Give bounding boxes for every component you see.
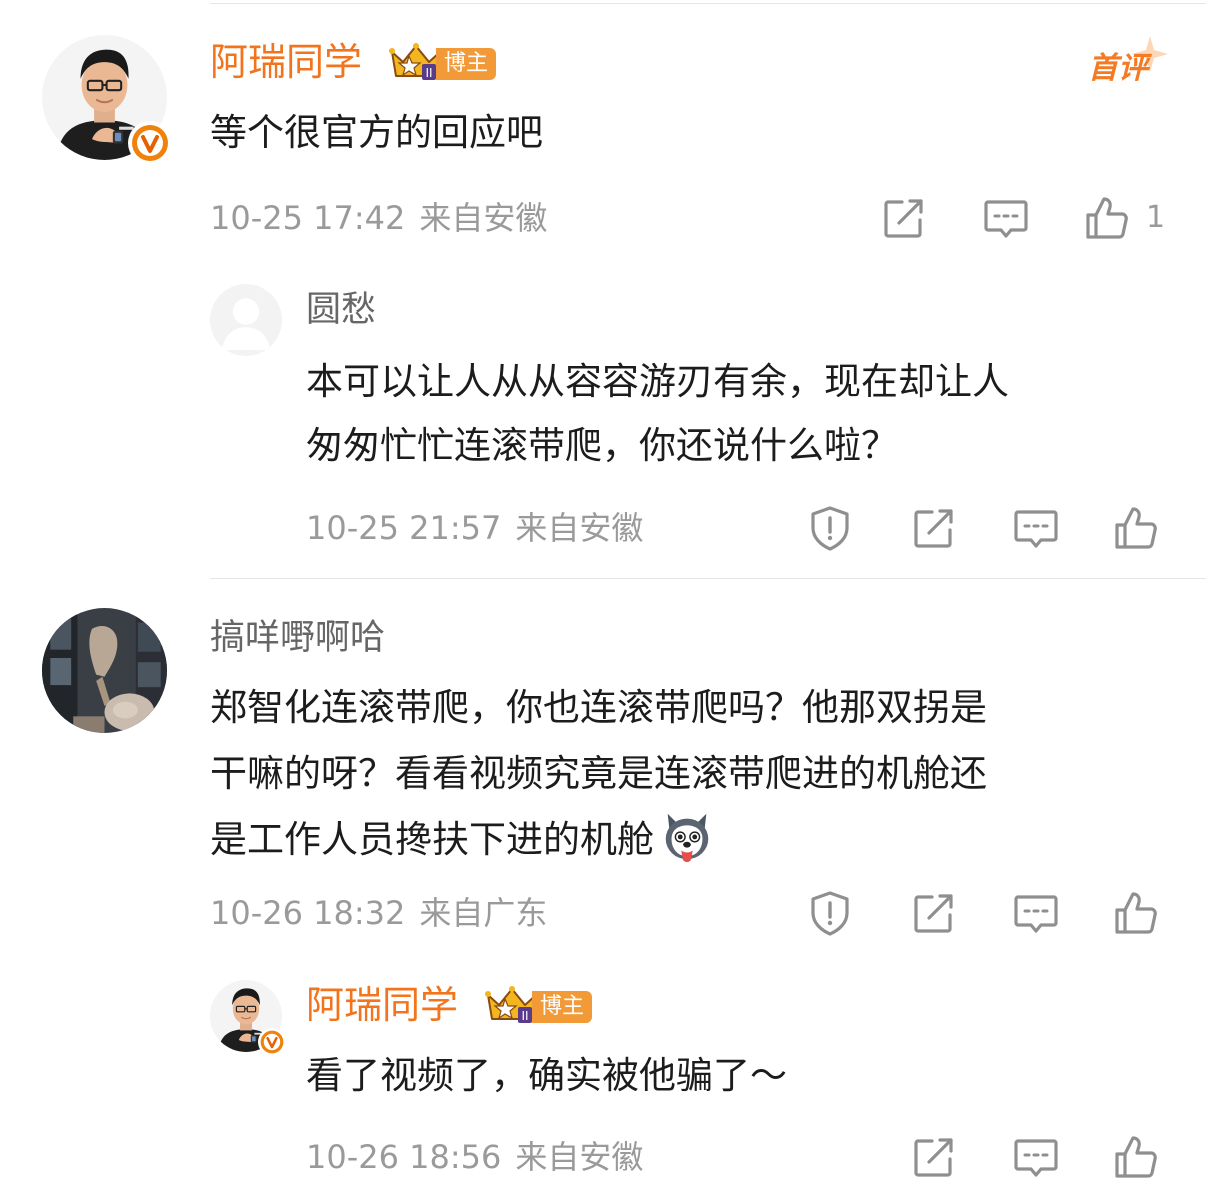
reply-time: 10-26 18:56 [306, 1138, 502, 1176]
reply-author-name[interactable]: 阿瑞同学 [306, 983, 458, 1027]
reply-author-name[interactable]: 圆愁 [306, 288, 376, 332]
blogger-badge-label: 博主 [436, 48, 497, 80]
comment-location: 来自安徽 [419, 199, 548, 237]
comment-text-tail: 是工作人员搀扶下进的机舱 [210, 818, 654, 861]
avatar[interactable] [210, 284, 282, 356]
reply-time: 10-25 21:57 [306, 509, 502, 547]
like-icon[interactable] [1112, 1133, 1160, 1181]
verified-v-icon [260, 1030, 284, 1054]
comment-divider [210, 578, 1206, 579]
reply-location: 来自安徽 [515, 509, 644, 547]
author-name[interactable]: 阿瑞同学 [210, 40, 362, 84]
reply-location: 来自安徽 [515, 1138, 644, 1176]
like-icon[interactable] [1112, 889, 1160, 937]
repost-icon[interactable] [910, 504, 958, 552]
author-name[interactable]: 搞咩嘢啊哈 [210, 616, 385, 660]
comment-meta: 10-26 18:32 来自广东 [210, 893, 547, 933]
reply-text-line: 匆匆忙忙连滚带爬，你还说什么啦？ [306, 424, 898, 467]
verified-badge [128, 121, 172, 165]
comment-text: 等个很官方的回应吧 [210, 111, 543, 154]
default-avatar-icon [210, 284, 282, 356]
like-count: 1 [1146, 200, 1166, 235]
reply-text-line: 本可以让人从从容容游刃有余，现在却让人 [306, 360, 1009, 403]
reply-text: 看了视频了，确实被他骗了～ [306, 1054, 787, 1097]
comment-time: 10-25 17:42 [210, 199, 406, 237]
comment-location: 来自广东 [419, 894, 548, 932]
statue-photo-icon [42, 608, 167, 733]
comment-time: 10-26 18:32 [210, 894, 406, 932]
verified-badge [258, 1028, 286, 1056]
reply-meta: 10-25 21:57 来自安徽 [306, 508, 643, 548]
blogger-badge[interactable]: 博主 [388, 42, 500, 82]
repost-icon[interactable] [910, 1133, 958, 1181]
comment-icon[interactable] [1012, 504, 1060, 552]
comment-meta: 10-25 17:42 来自安徽 [210, 198, 547, 238]
first-comment-tag: 首评 [1088, 51, 1148, 86]
husky-emoji-icon [658, 806, 716, 864]
comment-icon[interactable] [1012, 1133, 1060, 1181]
comment-icon[interactable] [982, 194, 1030, 242]
blogger-badge[interactable]: 博主 [484, 985, 596, 1025]
like-icon[interactable] [1112, 504, 1160, 552]
repost-icon[interactable] [880, 194, 928, 242]
comment-text-line: 郑智化连滚带爬，你也连滚带爬吗？他那双拐是 [210, 686, 987, 729]
comment-text-line: 是工作人员搀扶下进的机舱 [210, 806, 716, 872]
like-icon[interactable] [1083, 194, 1131, 242]
top-divider [210, 3, 1206, 4]
comment-text-line: 干嘛的呀？看看视频究竟是连滚带爬进的机舱还 [210, 752, 987, 795]
comment-icon[interactable] [1012, 889, 1060, 937]
repost-icon[interactable] [910, 889, 958, 937]
reply-meta: 10-26 18:56 来自安徽 [306, 1137, 643, 1177]
avatar[interactable] [42, 608, 167, 733]
report-icon[interactable] [806, 889, 854, 937]
blogger-badge-label: 博主 [532, 991, 593, 1023]
verified-v-icon [132, 125, 168, 161]
report-icon[interactable] [806, 504, 854, 552]
